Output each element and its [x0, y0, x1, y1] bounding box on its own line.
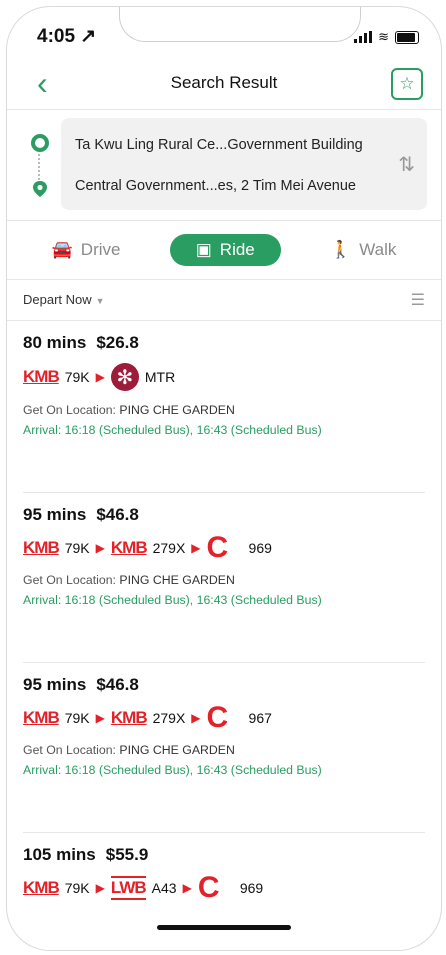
result-duration: 80 mins: [23, 333, 87, 352]
leg-route: 79K: [64, 710, 90, 726]
result-summary: 105 mins $55.9: [23, 845, 425, 865]
signal-icon: [354, 31, 373, 43]
bus-icon: ▣: [195, 240, 212, 259]
get-on-location: Get On Location: PING CHE GARDEN: [23, 743, 425, 757]
result-legs: KMB 79K ▶ KMB 279X ▶ C 969: [23, 531, 425, 564]
kmb-logo: KMB: [23, 367, 60, 386]
walk-icon: 🚶: [330, 240, 352, 259]
result-legs: KMB 79K ▶ LWB A43 ▶ C 969: [23, 871, 425, 904]
get-on-location: Get On Location: PING CHE GARDEN: [23, 573, 425, 587]
arrival-times: Arrival: 16:18 (Scheduled Bus), 16:43 (S…: [23, 763, 322, 777]
get-on-value: PING CHE GARDEN: [119, 403, 235, 417]
leg-route: 279X: [152, 710, 186, 726]
status-bar: 4:05 ↗ ≋: [7, 7, 441, 57]
route-dots: [38, 154, 40, 180]
arrow-right-icon: ▶: [95, 711, 105, 725]
get-on-label: Get On Location:: [23, 573, 116, 587]
mtr-logo: ✻: [110, 363, 139, 391]
kmb-logo: KMB: [23, 878, 60, 897]
home-indicator[interactable]: [157, 925, 291, 930]
result-fare: $46.8: [96, 675, 139, 694]
result-card[interactable]: 95 mins $46.8 KMB 79K ▶ KMB 279X ▶ C 967 …: [7, 663, 441, 833]
kmb-logo: KMB: [23, 538, 60, 557]
kmb-logo: KMB: [23, 708, 60, 727]
result-fare: $55.9: [105, 845, 149, 864]
arrow-right-icon: ▶: [182, 881, 192, 895]
tab-walk[interactable]: 🚶 Walk: [330, 240, 396, 260]
get-on-value: PING CHE GARDEN: [119, 573, 235, 587]
car-icon: 🚘: [51, 240, 73, 259]
result-legs: KMB 79K ▶ ✻ MTR: [23, 363, 425, 391]
citybus-logo: C: [197, 871, 220, 904]
result-duration: 95 mins: [23, 675, 87, 694]
nav-header: ‹ Search Result ☆: [7, 57, 441, 110]
result-fare: $26.8: [96, 333, 139, 352]
citybus-logo: C: [206, 531, 229, 564]
arrow-right-icon: ▶: [95, 370, 105, 384]
result-duration: 105 mins: [23, 845, 96, 864]
result-card[interactable]: 95 mins $46.8 KMB 79K ▶ KMB 279X ▶ C 969 …: [7, 493, 441, 663]
citybus-logo: C: [206, 701, 229, 734]
tab-drive[interactable]: 🚘 Drive: [52, 240, 121, 260]
get-on-label: Get On Location:: [23, 743, 116, 757]
leg-route: 967: [248, 710, 272, 726]
address-box: Ta Kwu Ling Rural Ce...Government Buildi…: [61, 118, 427, 210]
result-summary: 95 mins $46.8: [23, 505, 425, 525]
result-summary: 95 mins $46.8: [23, 675, 425, 695]
status-icons: ≋: [354, 29, 419, 45]
leg-route: A43: [151, 880, 177, 896]
tab-ride-label: Ride: [219, 240, 255, 259]
get-on-location: Get On Location: PING CHE GARDEN: [23, 403, 425, 417]
leg-route: MTR: [144, 369, 176, 385]
result-fare: $46.8: [96, 505, 139, 524]
origin-pin-icon: [31, 134, 49, 152]
page-title: Search Result: [170, 73, 278, 92]
arrival-times: Arrival: 16:18 (Scheduled Bus), 16:43 (S…: [23, 593, 322, 607]
lwb-logo: LWB: [110, 876, 147, 900]
result-summary: 80 mins $26.8: [23, 333, 425, 353]
leg-route: 79K: [64, 369, 90, 385]
result-card[interactable]: 105 mins $55.9 KMB 79K ▶ LWB A43 ▶ C 969: [7, 833, 441, 935]
sliders-icon[interactable]: ☰: [411, 290, 425, 310]
depart-dropdown[interactable]: Depart Now ▼: [23, 291, 105, 309]
destination-field[interactable]: Central Government...es, 2 Tim Mei Avenu…: [75, 178, 356, 194]
tab-ride[interactable]: ▣ Ride: [169, 234, 281, 266]
leg-route: 969: [248, 540, 272, 556]
star-icon[interactable]: ☆: [391, 68, 423, 100]
origin-field[interactable]: Ta Kwu Ling Rural Ce...Government Buildi…: [75, 137, 363, 153]
leg-route: 279X: [152, 540, 186, 556]
get-on-label: Get On Location:: [23, 403, 116, 417]
destination-pin-icon: [33, 181, 47, 197]
wifi-icon: ≋: [378, 29, 389, 44]
result-legs: KMB 79K ▶ KMB 279X ▶ C 967: [23, 701, 425, 734]
tab-walk-label: Walk: [359, 240, 397, 259]
tab-drive-label: Drive: [80, 240, 121, 259]
result-duration: 95 mins: [23, 505, 87, 524]
depart-label: Depart Now: [23, 292, 92, 307]
arrival-times: Arrival: 16:18 (Scheduled Bus), 16:43 (S…: [23, 423, 322, 437]
leg-route: 79K: [64, 540, 90, 556]
result-card[interactable]: 80 mins $26.8 KMB 79K ▶ ✻ MTR Get On Loca…: [7, 321, 441, 493]
caret-down-icon: ▼: [95, 296, 105, 306]
kmb-logo: KMB: [110, 538, 148, 557]
chevron-left-icon[interactable]: ‹: [37, 67, 48, 99]
arrow-right-icon: ▶: [95, 541, 105, 555]
phone-frame: 4:05 ↗ ≋ ‹ Search Result ☆ Ta Kwu Ling R…: [6, 6, 442, 951]
arrow-right-icon: ▶: [95, 881, 105, 895]
leg-route: 969: [239, 880, 264, 896]
get-on-value: PING CHE GARDEN: [119, 743, 235, 757]
mode-tabs: 🚘 Drive ▣ Ride 🚶 Walk: [7, 221, 441, 279]
notch: [119, 7, 361, 42]
swap-icon[interactable]: ⇅: [398, 152, 415, 177]
route-input-panel: Ta Kwu Ling Rural Ce...Government Buildi…: [7, 110, 441, 221]
arrow-right-icon: ▶: [191, 711, 201, 725]
leg-route: 79K: [64, 880, 90, 896]
status-time: 4:05 ↗: [37, 26, 97, 47]
kmb-logo: KMB: [110, 708, 148, 727]
filter-bar: Depart Now ▼ ☰: [7, 279, 441, 321]
battery-icon: [395, 30, 419, 44]
arrow-right-icon: ▶: [191, 541, 201, 555]
